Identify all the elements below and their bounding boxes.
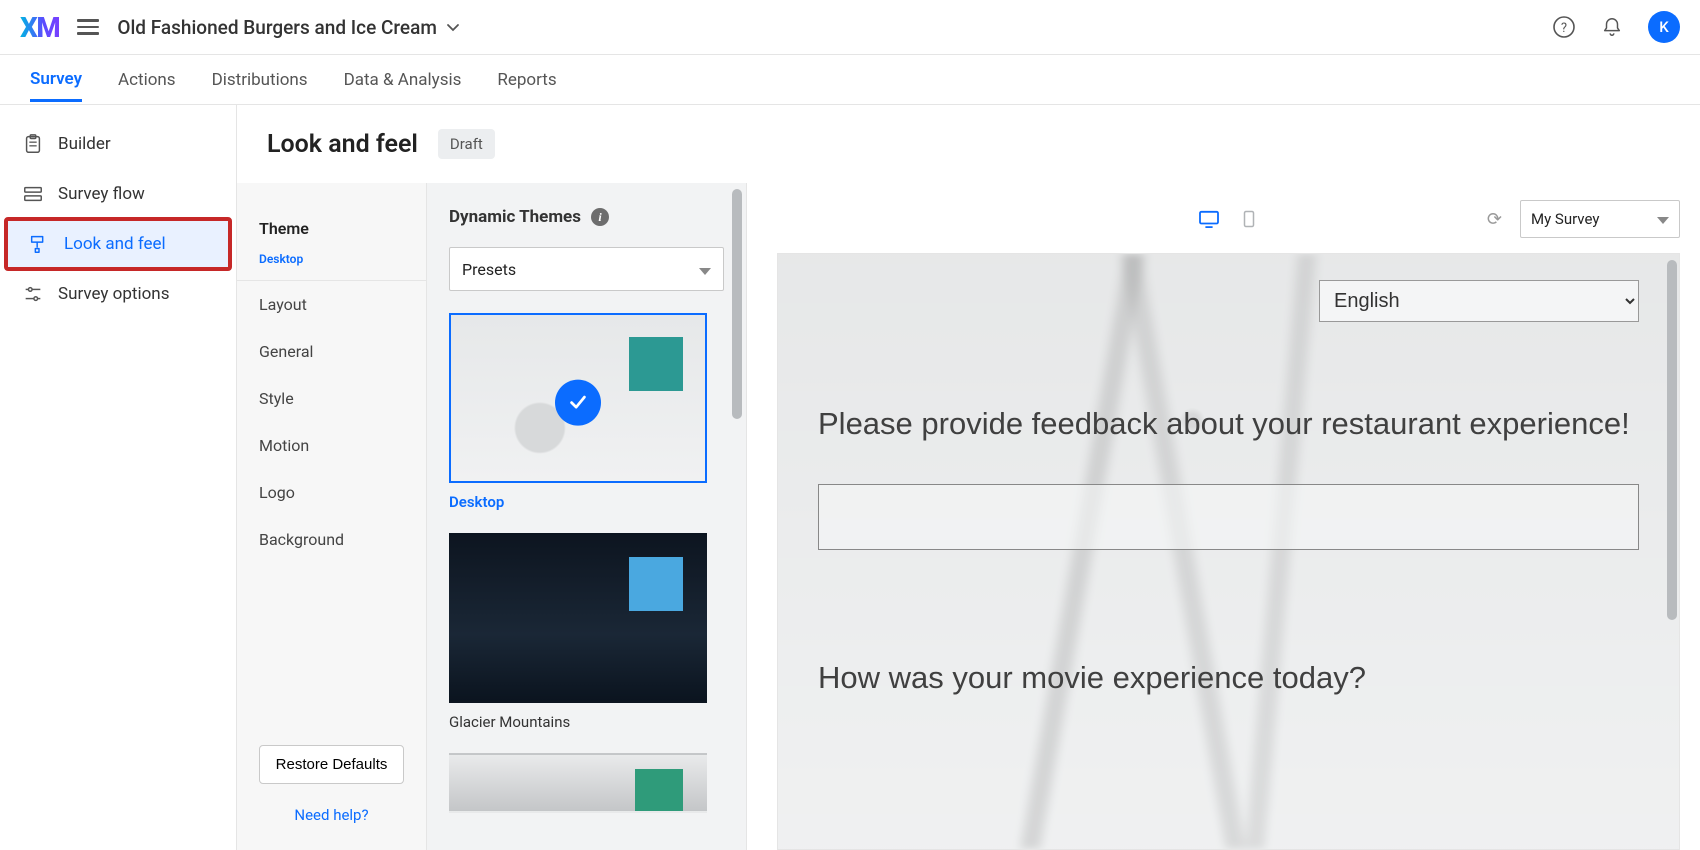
themes-heading: Dynamic Themes i xyxy=(449,207,724,227)
sidebar-item-options[interactable]: Survey options xyxy=(0,269,236,319)
paint-icon xyxy=(28,233,50,255)
presets-dropdown[interactable]: Presets xyxy=(449,247,724,291)
preview-frame: English Please provide feedback about yo… xyxy=(777,253,1680,850)
sidebar: Builder Survey flow Look and feel Survey… xyxy=(0,105,237,850)
themes-column: Dynamic Themes i Presets Desktop xyxy=(427,183,747,850)
clipboard-icon xyxy=(22,133,44,155)
mobile-icon[interactable] xyxy=(1238,210,1260,228)
top-bar: XM Old Fashioned Burgers and Ice Cream ?… xyxy=(0,0,1700,55)
category-theme[interactable]: Theme xyxy=(237,205,426,252)
category-layout[interactable]: Layout xyxy=(237,281,426,328)
swatch xyxy=(635,769,683,813)
theme-card-third[interactable] xyxy=(449,753,724,813)
sidebar-item-flow[interactable]: Survey flow xyxy=(0,169,236,219)
swatch xyxy=(629,337,683,391)
theme-label: Desktop xyxy=(449,493,724,511)
avatar[interactable]: K xyxy=(1648,11,1680,43)
category-style[interactable]: Style xyxy=(237,375,426,422)
tab-actions[interactable]: Actions xyxy=(118,58,176,102)
page-title: Look and feel xyxy=(267,130,418,159)
tab-reports[interactable]: Reports xyxy=(497,58,556,102)
scrollbar[interactable] xyxy=(732,189,742,419)
notifications-icon[interactable] xyxy=(1600,15,1624,39)
svg-text:?: ? xyxy=(1561,21,1567,36)
categories-column: Theme Desktop Layout General Style Motio… xyxy=(237,183,427,850)
preview-toolbar: ⟳ My Survey xyxy=(777,199,1680,239)
refresh-icon[interactable]: ⟳ xyxy=(1487,209,1502,230)
tab-data[interactable]: Data & Analysis xyxy=(344,58,462,102)
top-bar-left: XM Old Fashioned Burgers and Ice Cream xyxy=(20,11,461,44)
sidebar-item-look-and-feel[interactable]: Look and feel xyxy=(6,219,230,269)
top-bar-right: ? K xyxy=(1552,11,1680,43)
selected-check-icon xyxy=(555,380,601,426)
status-badge: Draft xyxy=(438,129,495,159)
swatch xyxy=(629,557,683,611)
theme-label: Glacier Mountains xyxy=(449,713,724,731)
question-2-text: How was your movie experience today? xyxy=(818,660,1639,696)
brand-logo[interactable]: XM xyxy=(20,11,59,44)
theme-card-glacier[interactable]: Glacier Mountains xyxy=(449,533,724,731)
chevron-down-icon xyxy=(699,260,711,279)
info-icon[interactable]: i xyxy=(591,208,609,226)
scrollbar[interactable] xyxy=(1667,260,1677,620)
question-1-input[interactable] xyxy=(818,484,1639,550)
tab-survey[interactable]: Survey xyxy=(30,57,82,102)
sidebar-label: Builder xyxy=(58,134,111,154)
chevron-down-icon xyxy=(445,19,461,35)
restore-defaults-button[interactable]: Restore Defaults xyxy=(259,745,404,784)
language-dropdown[interactable]: English xyxy=(1319,280,1639,322)
question-1-text: Please provide feedback about your resta… xyxy=(818,404,1639,444)
category-background[interactable]: Background xyxy=(237,516,426,563)
sidebar-item-builder[interactable]: Builder xyxy=(0,119,236,169)
tab-distributions[interactable]: Distributions xyxy=(212,58,308,102)
sidebar-label: Survey flow xyxy=(58,184,145,204)
preview-column: ⟳ My Survey English Please provide feedb… xyxy=(747,183,1700,850)
panel-area: Look and feel Draft Theme Desktop Layout… xyxy=(237,105,1700,850)
panel-header: Look and feel Draft xyxy=(237,105,1700,183)
category-general[interactable]: General xyxy=(237,328,426,375)
flow-icon xyxy=(22,183,44,205)
survey-dropdown[interactable]: My Survey xyxy=(1520,200,1680,238)
theme-card-desktop[interactable]: Desktop xyxy=(449,313,724,511)
desktop-icon[interactable] xyxy=(1198,210,1220,228)
help-icon[interactable]: ? xyxy=(1552,15,1576,39)
sliders-icon xyxy=(22,283,44,305)
device-toggle xyxy=(1198,210,1260,228)
category-logo[interactable]: Logo xyxy=(237,469,426,516)
project-name: Old Fashioned Burgers and Ice Cream xyxy=(117,16,437,39)
menu-icon[interactable] xyxy=(77,19,99,35)
project-switcher[interactable]: Old Fashioned Burgers and Ice Cream xyxy=(117,16,461,39)
main-tabs: Survey Actions Distributions Data & Anal… xyxy=(0,55,1700,105)
need-help-link[interactable]: Need help? xyxy=(237,794,426,836)
category-theme-sub: Desktop xyxy=(237,252,426,280)
panel-columns: Theme Desktop Layout General Style Motio… xyxy=(237,183,1700,850)
sidebar-label: Survey options xyxy=(58,284,169,304)
category-motion[interactable]: Motion xyxy=(237,422,426,469)
workspace: Builder Survey flow Look and feel Survey… xyxy=(0,105,1700,850)
sidebar-label: Look and feel xyxy=(64,234,166,254)
chevron-down-icon xyxy=(1657,210,1669,228)
